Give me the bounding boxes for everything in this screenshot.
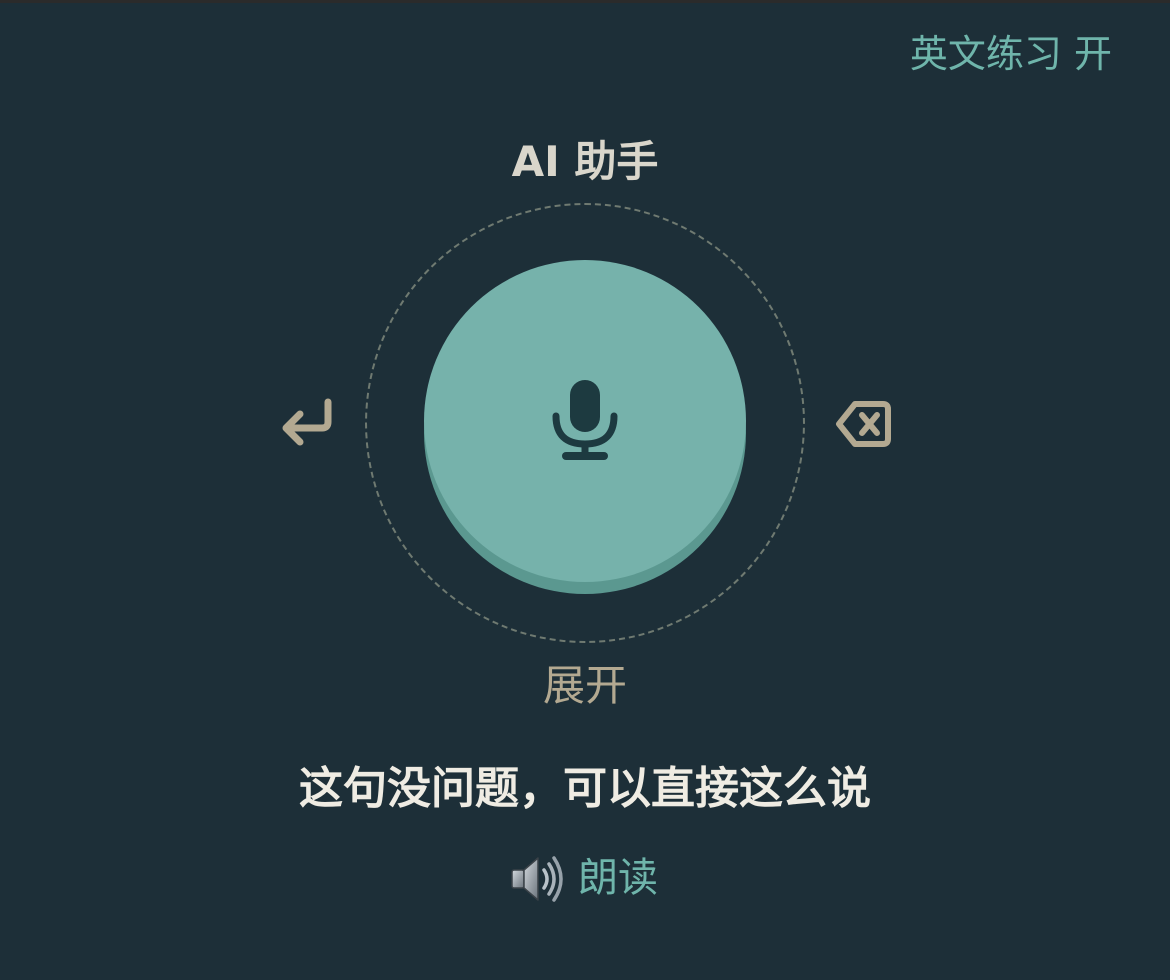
voice-input-button[interactable] — [424, 260, 746, 582]
top-edge-divider — [0, 0, 1170, 3]
delete-button[interactable] — [826, 390, 902, 458]
return-arrow-icon — [282, 398, 332, 446]
expand-button[interactable]: 展开 — [0, 658, 1170, 714]
microphone-icon — [552, 380, 618, 460]
read-aloud-label: 朗读 — [578, 855, 658, 901]
assistant-title: AI 助手 — [511, 137, 659, 186]
read-aloud-button[interactable]: 朗读 — [508, 848, 658, 908]
backspace-icon — [836, 401, 891, 447]
feedback-text: 这句没问题，可以直接这么说 — [299, 763, 871, 814]
enter-button[interactable] — [268, 388, 344, 458]
speaker-icon — [511, 856, 563, 902]
english-practice-toggle[interactable]: 英文练习 开 — [910, 30, 1112, 78]
